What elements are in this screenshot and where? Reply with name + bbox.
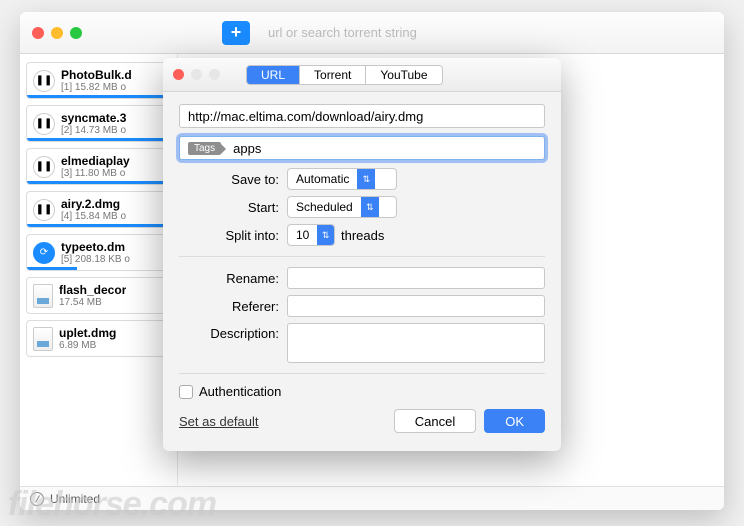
rename-label: Rename: [179,271,287,286]
reload-icon[interactable]: ⟳ [33,242,55,264]
threads-suffix: threads [341,228,384,243]
download-item[interactable]: ⟳ typeeto.dm[5] 208.18 KB o [26,234,171,271]
tab-youtube[interactable]: YouTube [366,66,441,84]
tab-torrent[interactable]: Torrent [300,66,366,84]
save-to-select[interactable]: Automatic⇅ [287,168,397,190]
download-item[interactable]: uplet.dmg6.89 MB [26,320,171,357]
watermark: filehorse.com [0,483,224,526]
divider [179,373,545,374]
pause-icon[interactable]: ❚❚ [33,199,55,221]
authentication-checkbox[interactable]: Authentication [179,384,545,399]
zoom-icon [209,69,220,80]
split-label: Split into: [179,228,287,243]
set-default-link[interactable]: Set as default [179,414,259,429]
tags-input[interactable]: Tags apps [179,136,545,160]
search-input[interactable]: url or search torrent string [260,21,712,45]
chevron-updown-icon: ⇅ [317,225,334,245]
add-button[interactable]: + [222,21,250,45]
chevron-updown-icon: ⇅ [357,169,375,189]
pause-icon[interactable]: ❚❚ [33,113,55,135]
titlebar: + url or search torrent string [20,12,724,54]
start-select[interactable]: Scheduled⇅ [287,196,397,218]
dialog-titlebar: URL Torrent YouTube [163,58,561,92]
tab-url[interactable]: URL [247,66,300,84]
description-input[interactable] [287,323,545,363]
downloads-list: ❚❚ PhotoBulk.d[1] 15.82 MB o ❚❚ syncmate… [20,54,178,486]
checkbox-icon [179,385,193,399]
file-icon [33,284,53,308]
close-icon[interactable] [32,27,44,39]
source-tabs: URL Torrent YouTube [246,65,443,85]
download-item[interactable]: ❚❚ PhotoBulk.d[1] 15.82 MB o [26,62,171,99]
window-controls [32,27,82,39]
url-input[interactable]: http://mac.eltima.com/download/airy.dmg [179,104,545,128]
minimize-icon [191,69,202,80]
add-download-dialog: URL Torrent YouTube http://mac.eltima.co… [163,58,561,451]
start-label: Start: [179,200,287,215]
threads-select[interactable]: 10⇅ [287,224,335,246]
description-label: Description: [179,323,287,341]
zoom-icon[interactable] [70,27,82,39]
dialog-window-controls [173,69,220,80]
file-icon [33,327,53,351]
referer-input[interactable] [287,295,545,317]
ok-button[interactable]: OK [484,409,545,433]
chevron-updown-icon: ⇅ [361,197,379,217]
pause-icon[interactable]: ❚❚ [33,70,55,92]
download-item[interactable]: ❚❚ elmediaplay[3] 11.80 MB o [26,148,171,185]
download-item[interactable]: flash_decor17.54 MB [26,277,171,314]
download-item[interactable]: ❚❚ airy.2.dmg[4] 15.84 MB o [26,191,171,228]
divider [179,256,545,257]
minimize-icon[interactable] [51,27,63,39]
download-item[interactable]: ❚❚ syncmate.3[2] 14.73 MB o [26,105,171,142]
close-icon[interactable] [173,69,184,80]
tags-chip-icon: Tags [188,142,221,155]
pause-icon[interactable]: ❚❚ [33,156,55,178]
save-to-label: Save to: [179,172,287,187]
plus-icon: + [231,22,242,43]
rename-input[interactable] [287,267,545,289]
cancel-button[interactable]: Cancel [394,409,476,433]
referer-label: Referer: [179,299,287,314]
